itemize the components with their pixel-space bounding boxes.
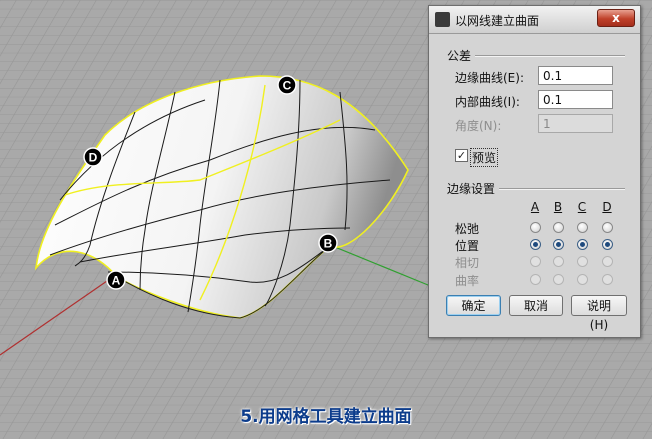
marker-a-label: A bbox=[112, 274, 121, 288]
marker-d: D bbox=[83, 147, 103, 167]
column-a-header: A bbox=[530, 200, 540, 214]
inner-curves-input[interactable] bbox=[538, 90, 613, 109]
help-button[interactable]: 说明(H) bbox=[571, 295, 627, 332]
edge-curves-input[interactable] bbox=[538, 66, 613, 85]
position-radio-d[interactable] bbox=[602, 239, 613, 250]
marker-d-label: D bbox=[89, 151, 98, 165]
relax-radio-c[interactable] bbox=[577, 222, 588, 233]
column-b-header: B bbox=[553, 200, 563, 214]
column-d-header: D bbox=[602, 200, 612, 214]
position-row-label: 位置 bbox=[455, 239, 480, 253]
tangent-radio-c[interactable] bbox=[577, 256, 588, 267]
dialog-title: 以网线建立曲面 bbox=[455, 14, 540, 28]
dialog-titlebar[interactable]: 以网线建立曲面 x bbox=[429, 6, 640, 34]
marker-c-label: C bbox=[283, 79, 292, 93]
tolerance-divider bbox=[475, 55, 625, 57]
edge-curves-label: 边缘曲线(E): bbox=[455, 71, 524, 85]
tangent-radio-b[interactable] bbox=[553, 256, 564, 267]
marker-a: A bbox=[106, 270, 126, 290]
relax-radio-b[interactable] bbox=[553, 222, 564, 233]
edge-settings-section-label: 边缘设置 bbox=[447, 182, 496, 196]
curvature-radio-d[interactable] bbox=[602, 274, 613, 285]
edge-settings-divider bbox=[499, 188, 625, 190]
marker-c: C bbox=[277, 75, 297, 95]
curvature-radio-b[interactable] bbox=[553, 274, 564, 285]
network-surface-dialog: 以网线建立曲面 x 公差 边缘曲线(E): 内部曲线(I): 角度(N): ✓ … bbox=[428, 5, 641, 338]
ok-button[interactable]: 确定 bbox=[446, 295, 501, 316]
marker-b-label: B bbox=[324, 237, 333, 251]
relax-radio-a[interactable] bbox=[530, 222, 541, 233]
close-icon: x bbox=[612, 11, 620, 25]
preview-label[interactable]: 预览 bbox=[470, 148, 499, 167]
app-icon bbox=[435, 12, 450, 27]
relax-radio-d[interactable] bbox=[602, 222, 613, 233]
angle-input[interactable] bbox=[538, 114, 613, 133]
tangent-radio-d[interactable] bbox=[602, 256, 613, 267]
tolerance-section-label: 公差 bbox=[447, 49, 472, 63]
position-radio-c[interactable] bbox=[577, 239, 588, 250]
angle-label: 角度(N): bbox=[455, 119, 502, 133]
inner-curves-label: 内部曲线(I): bbox=[455, 95, 520, 109]
preview-checkbox[interactable]: ✓ bbox=[455, 149, 468, 162]
cancel-button[interactable]: 取消 bbox=[509, 295, 563, 316]
caption: 5.用网格工具建立曲面 bbox=[240, 407, 412, 427]
close-button[interactable]: x bbox=[597, 9, 635, 27]
curvature-radio-a[interactable] bbox=[530, 274, 541, 285]
marker-b: B bbox=[318, 233, 338, 253]
curvature-row-label: 曲率 bbox=[455, 274, 480, 288]
position-radio-a[interactable] bbox=[530, 239, 541, 250]
tangent-row-label: 相切 bbox=[455, 256, 480, 270]
position-radio-b[interactable] bbox=[553, 239, 564, 250]
tangent-radio-a[interactable] bbox=[530, 256, 541, 267]
relax-row-label: 松弛 bbox=[455, 222, 480, 236]
curvature-radio-c[interactable] bbox=[577, 274, 588, 285]
column-c-header: C bbox=[577, 200, 587, 214]
